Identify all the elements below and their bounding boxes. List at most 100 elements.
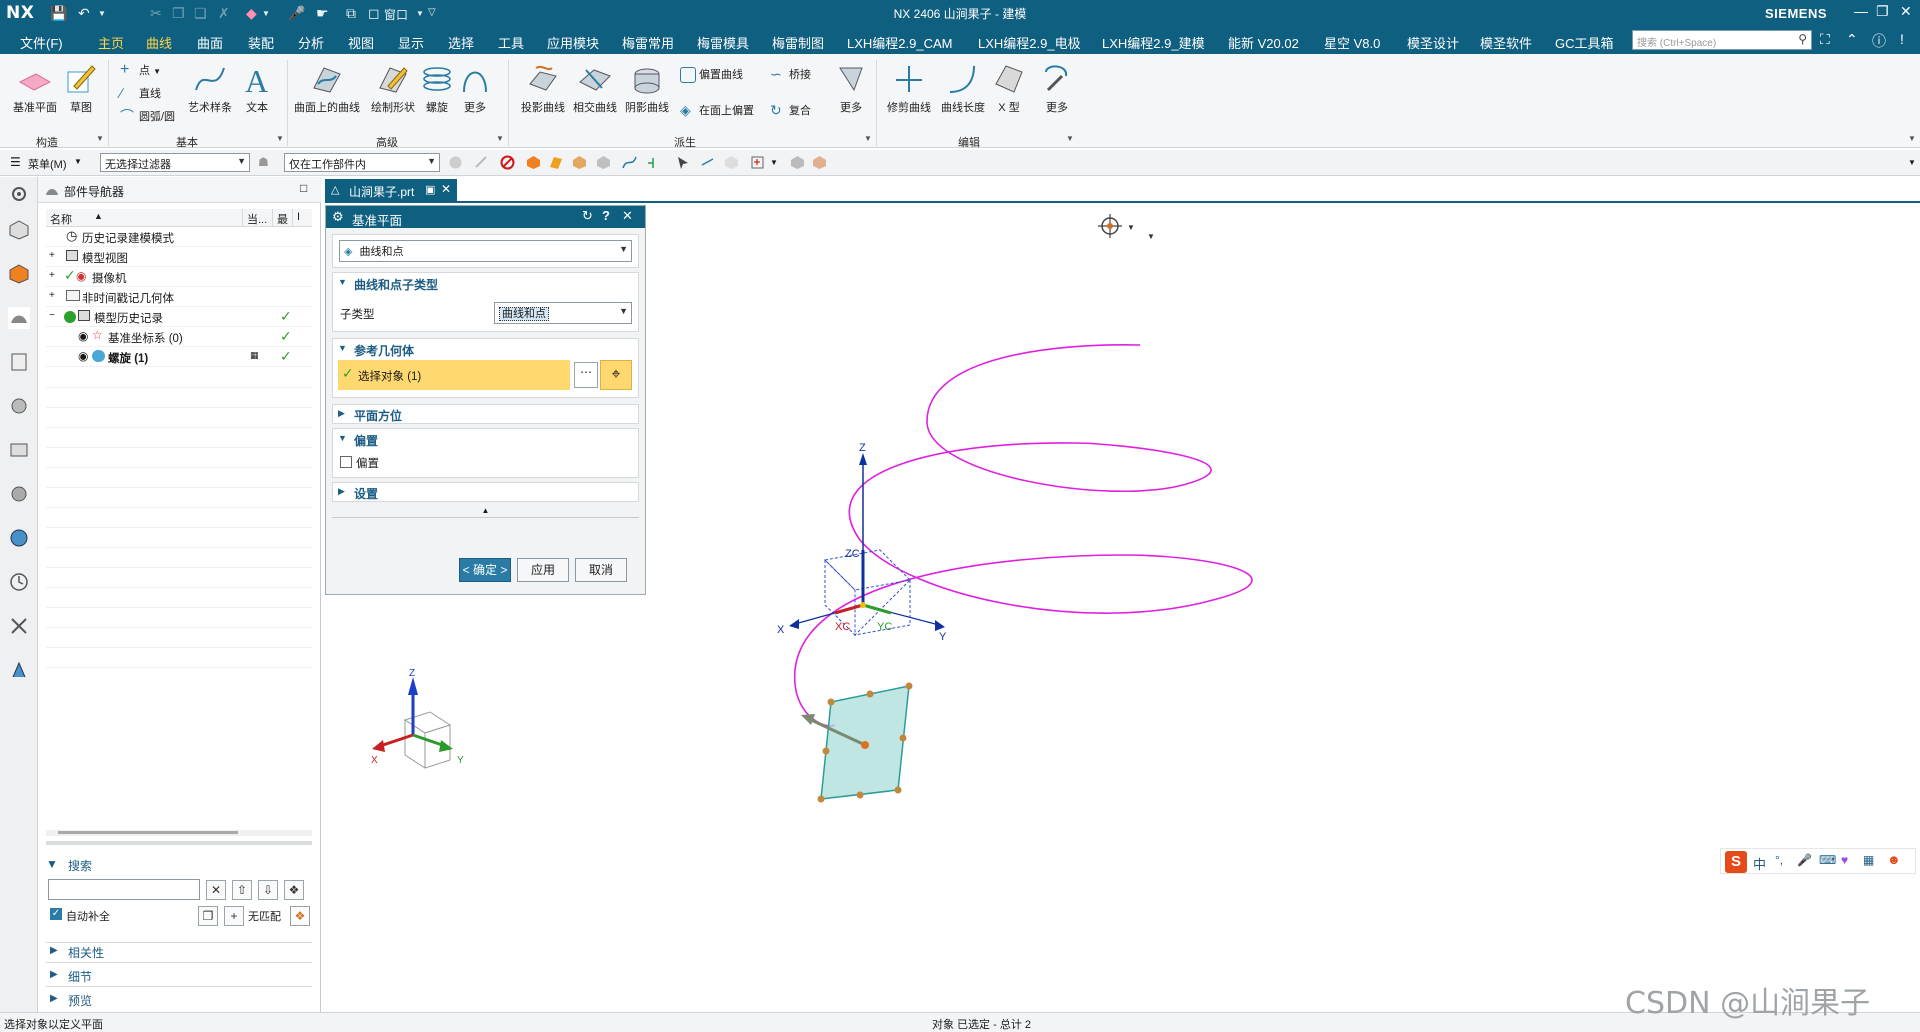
expand-icon[interactable]: + <box>49 290 55 301</box>
dialog-close-icon[interactable]: ✕ <box>622 208 633 224</box>
preview-section[interactable]: 预览 <box>68 992 92 1009</box>
select-face-icon[interactable] <box>548 155 563 170</box>
filter-reset-icon[interactable]: ☗ <box>258 155 269 169</box>
tab-xingkong[interactable]: 星空 V8.0 <box>1324 33 1380 52</box>
tab-meilei-mold[interactable]: 梅雷模具 <box>697 33 749 52</box>
find-previous-icon[interactable]: ⇧ <box>232 880 252 900</box>
sketch-button[interactable]: 草图 <box>64 62 98 115</box>
tab-surface[interactable]: 曲面 <box>197 33 223 52</box>
art-spline-button[interactable]: 艺术样条 <box>184 62 236 115</box>
hd3d-tools-icon[interactable] <box>8 395 30 417</box>
ime-punctuation-icon[interactable]: °, <box>1775 853 1783 867</box>
fullscreen-icon[interactable]: ⛶ <box>1820 31 1830 48</box>
offset-curve-button[interactable]: 偏置曲线 <box>680 66 743 84</box>
constraint-navigator-icon[interactable] <box>8 263 30 285</box>
tree-row-unused-items[interactable]: + 非时间戳记几何体 <box>46 287 312 307</box>
line-button[interactable]: ∕ 直线 <box>120 85 161 102</box>
snap-point-dropdown[interactable]: ▼ ▼ <box>1085 210 1155 246</box>
ime-keyboard-icon[interactable]: ⌨ <box>1819 853 1836 867</box>
expand-settings-icon[interactable]: ▶ <box>338 486 345 497</box>
orientation-section-title[interactable]: 平面方位 <box>354 407 402 424</box>
menu-hamburger-icon[interactable]: ☰ <box>10 155 21 169</box>
select-objects-row[interactable]: ✓ 选择对象 (1) <box>338 360 570 390</box>
settings-gear-icon[interactable] <box>8 183 30 205</box>
snap-dropdown-icon[interactable]: ▼ <box>770 158 778 167</box>
tab-analysis[interactable]: 分析 <box>298 33 324 52</box>
composite-curve-button[interactable]: ↻ 复合 <box>770 102 811 119</box>
visibility-eye-icon[interactable]: ◉ <box>78 329 88 343</box>
select-sketch-icon[interactable] <box>474 155 489 170</box>
tab-tools[interactable]: 工具 <box>498 33 524 52</box>
expand-icon[interactable]: + <box>49 250 55 261</box>
show-hide-icon[interactable] <box>724 155 739 170</box>
view-cube-icon[interactable] <box>812 155 827 170</box>
reset-icon[interactable]: ↻ <box>582 208 593 224</box>
visibility-eye-icon[interactable]: ◉ <box>78 349 88 363</box>
curve-length-button[interactable]: 曲线长度 <box>938 62 988 115</box>
tree-row-history-mode[interactable]: ◷ 历史记录建模模式 <box>46 227 312 247</box>
snap-options-icon[interactable] <box>750 155 765 170</box>
collapse-offset-icon[interactable]: ▼ <box>338 433 347 443</box>
scope-select[interactable]: 仅在工作部件内 ▼ <box>284 153 440 172</box>
navigator-search-input[interactable] <box>48 879 200 900</box>
advanced-more-button[interactable]: 更多 <box>458 62 492 115</box>
expand-preview-icon[interactable]: ▶ <box>50 993 58 1004</box>
tab-gc-toolbox[interactable]: GC工具箱 <box>1555 33 1614 52</box>
globe-icon[interactable] <box>8 527 30 549</box>
cancel-button[interactable]: 取消 <box>575 558 627 582</box>
arc-circle-button[interactable]: ⌒ 圆弧/圆 <box>120 108 175 125</box>
copy-results-icon[interactable]: ❐ <box>198 906 218 926</box>
search-options-icon[interactable]: ❖ <box>284 880 304 900</box>
select-body-icon[interactable] <box>526 155 541 170</box>
text-button[interactable]: A 文本 <box>240 62 274 115</box>
edit-more-button[interactable]: 更多 <box>1040 62 1074 115</box>
highlight-icon[interactable]: ❖ <box>290 906 310 926</box>
group-advanced-dropdown-icon[interactable]: ▼ <box>496 134 504 143</box>
search-icon[interactable]: ⚲ <box>1798 32 1807 46</box>
expand-details-icon[interactable]: ▶ <box>50 969 58 980</box>
role-icon[interactable] <box>8 659 30 681</box>
tab-mosheng-design[interactable]: 模圣设计 <box>1407 33 1459 52</box>
x-form-button[interactable]: X 型 <box>992 62 1026 115</box>
group-edit-dropdown-icon[interactable]: ▼ <box>1066 134 1074 143</box>
auto-complete-checkbox[interactable]: ✓ <box>50 908 62 920</box>
web-browser-icon[interactable] <box>8 439 30 461</box>
offset-section-title[interactable]: 偏置 <box>354 432 378 449</box>
collapse-icon[interactable]: − <box>49 310 55 321</box>
part-file-tab[interactable]: △ 山涧果子.prt ▣ ✕ <box>325 179 457 201</box>
expand-icon[interactable]: + <box>49 270 55 281</box>
collapse-dialog-button[interactable]: ▲ <box>332 506 639 518</box>
add-filter-icon[interactable]: + <box>224 906 244 926</box>
tree-row-datum-csys[interactable]: ◉ ☆ 基准坐标系 (0) ✓ <box>46 327 312 347</box>
tab-display[interactable]: 显示 <box>398 33 424 52</box>
group-derived-dropdown-icon[interactable]: ▼ <box>864 134 872 143</box>
clear-search-icon[interactable]: ✕ <box>206 880 226 900</box>
select-features-icon[interactable] <box>448 155 463 170</box>
ime-tools-icon[interactable]: ▦ <box>1863 853 1874 867</box>
tab-select[interactable]: 选择 <box>448 33 474 52</box>
tab-lxh-modeling[interactable]: LXH编程2.9_建模 <box>1102 33 1205 52</box>
offset-checkbox[interactable] <box>340 456 352 468</box>
tab-applications[interactable]: 应用模块 <box>547 33 599 52</box>
collapse-reference-icon[interactable]: ▼ <box>338 343 347 353</box>
tab-lxh-electrode[interactable]: LXH编程2.9_电极 <box>978 33 1081 52</box>
tools-icon[interactable] <box>8 615 30 637</box>
subtype-select[interactable]: 曲线和点 ▼ <box>494 302 632 324</box>
select-solid-icon[interactable] <box>572 155 587 170</box>
minimize-icon[interactable]: — <box>1854 3 1868 19</box>
snap-point-icon[interactable] <box>646 155 661 170</box>
alert-icon[interactable]: ! <box>1900 31 1904 47</box>
project-curve-button[interactable]: 投影曲线 <box>518 62 568 115</box>
derived-more-button[interactable]: 更多 <box>834 62 868 115</box>
intersect-curve-button[interactable]: 相交曲线 <box>570 62 620 115</box>
ime-toolbar[interactable]: S 中 °, 🎤 ⌨ ♥ ▦ ☻ <box>1720 848 1916 874</box>
ime-voice-icon[interactable]: 🎤 <box>1797 853 1812 867</box>
ok-button[interactable]: < 确定 > <box>459 558 511 582</box>
settings-section-title[interactable]: 设置 <box>354 485 378 502</box>
select-curve-icon[interactable] <box>622 155 637 170</box>
menu-button[interactable]: 菜单(M) <box>28 156 67 172</box>
law-shape-button[interactable]: 绘制形状 <box>366 62 420 115</box>
point-snap-button[interactable]: ⌖ <box>600 360 632 390</box>
tree-row-model-history[interactable]: − 模型历史记录 ✓ <box>46 307 312 327</box>
tab-home[interactable]: 主页 <box>98 33 124 52</box>
